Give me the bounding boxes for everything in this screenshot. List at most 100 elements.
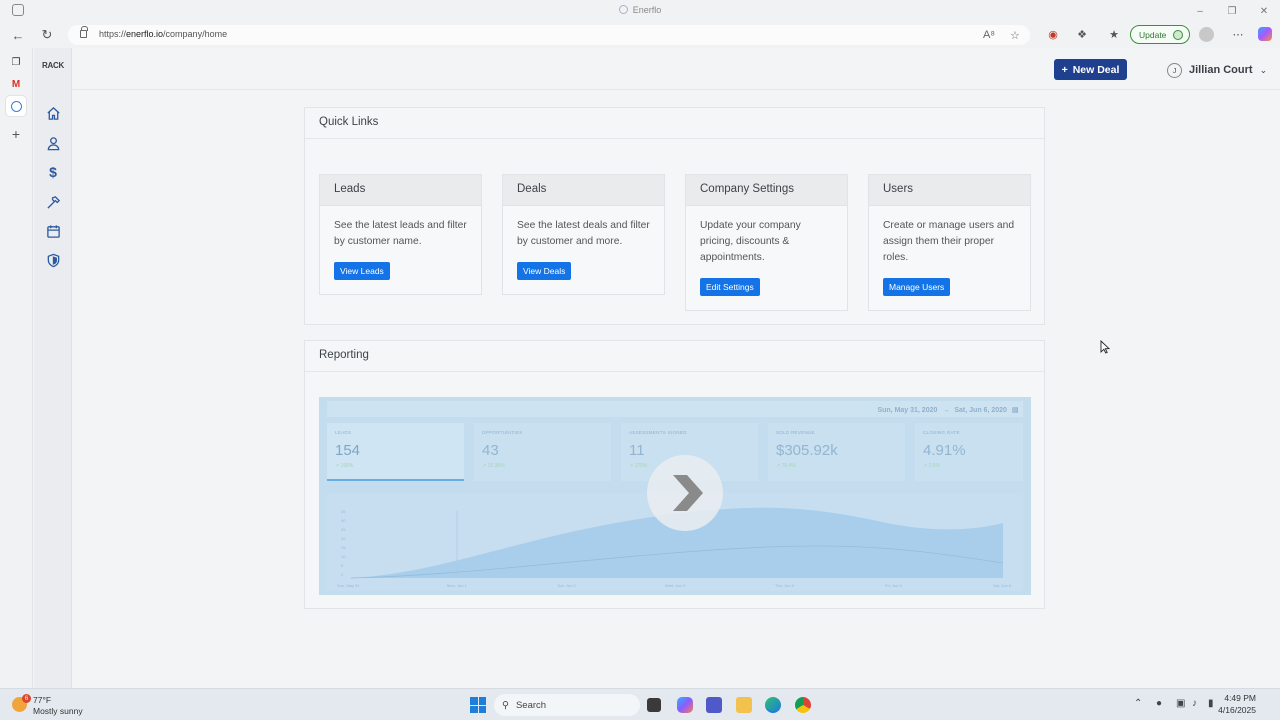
x-tick-label: Sun, May 31 — [337, 583, 360, 588]
user-icon[interactable] — [45, 135, 61, 151]
close-icon[interactable]: ✕ — [1248, 0, 1280, 22]
leads-card: Leads See the latest leads and filter by… — [319, 174, 482, 295]
user-name: Jillian Court — [1189, 64, 1253, 76]
teams-icon[interactable] — [706, 697, 722, 713]
lock-icon[interactable] — [80, 26, 88, 38]
app-sidebar: RACK $ — [34, 48, 72, 688]
url-text[interactable]: https://enerflo.io/company/home — [99, 29, 227, 39]
chevron-down-icon: ⌄ — [1259, 64, 1268, 75]
video-stat-card: LEADS 154 ↗ 195% — [327, 423, 464, 481]
task-view-icon[interactable] — [647, 698, 661, 712]
read-aloud-icon[interactable]: A⁸ — [983, 29, 995, 41]
favorite-star-icon[interactable]: ☆ — [1010, 29, 1020, 42]
y-tick-label: 5 — [341, 563, 344, 568]
card-description: See the latest leads and filter by custo… — [334, 220, 467, 247]
play-chevron-icon — [673, 475, 703, 511]
view-deals-button[interactable]: View Deals — [517, 262, 572, 280]
update-button[interactable]: Update — [1130, 25, 1190, 44]
more-menu-icon[interactable]: ⋯ — [1231, 27, 1245, 41]
taskbar-search[interactable]: ⚲ Search — [494, 694, 640, 716]
enerflo-favicon-icon — [618, 5, 628, 14]
address-bar[interactable]: https://enerflo.io/company/home A⁸ ☆ — [68, 25, 1030, 45]
search-icon: ⚲ — [502, 699, 509, 711]
view-leads-button[interactable]: View Leads — [334, 262, 390, 280]
reporting-panel: Reporting Sun, May 31, 2020 → Sat, Jun 6, … — [304, 340, 1045, 609]
plus-icon: + — [1061, 63, 1068, 76]
video-stat-card: OPPORTUNITIES 43 ↗ 15.38% — [474, 423, 611, 481]
copilot-icon[interactable] — [1258, 27, 1272, 41]
chrome-icon[interactable] — [795, 697, 811, 713]
home-icon[interactable] — [45, 105, 61, 121]
calendar-icon: ▤ — [1011, 407, 1019, 414]
x-tick-label: Mon, Jun 1 — [447, 583, 468, 588]
x-tick-label: Sat, Jun 6 — [993, 583, 1012, 588]
edit-settings-button[interactable]: Edit Settings — [700, 278, 760, 296]
start-button[interactable] — [470, 697, 486, 713]
manage-users-button[interactable]: Manage Users — [883, 278, 951, 296]
extension-icon[interactable]: ◉ — [1046, 27, 1060, 41]
x-tick-label: Thu, Jun 4 — [775, 583, 795, 588]
enerflo-tab[interactable] — [6, 96, 26, 116]
card-title: Users — [869, 175, 1030, 206]
app-header: + New Deal J Jillian Court ⌄ — [72, 48, 1280, 90]
y-tick-label: 30 — [341, 518, 346, 523]
y-tick-label: 25 — [341, 527, 346, 532]
battery-icon[interactable]: ▮ — [1208, 698, 1214, 709]
card-title: Deals — [503, 175, 664, 206]
reporting-video-thumbnail[interactable]: Sun, May 31, 2020 → Sat, Jun 6, 2020 ▤ LEAD… — [319, 397, 1031, 595]
card-title: Leads — [320, 175, 481, 206]
volume-icon[interactable]: ♪ — [1192, 698, 1197, 709]
microphone-icon[interactable]: ● — [1156, 698, 1162, 709]
enerflo-tab-icon — [10, 100, 22, 112]
back-icon[interactable]: ← — [9, 26, 27, 44]
network-icon[interactable]: ▣ — [1176, 698, 1185, 709]
new-tab-icon[interactable]: + — [8, 126, 24, 142]
card-description: Create or manage users and assign them t… — [883, 220, 1015, 263]
browser-titlebar: Enerflo – ❐ ✕ — [0, 0, 1280, 22]
copilot-app-icon[interactable] — [677, 697, 693, 713]
card-title: Company Settings — [686, 175, 847, 206]
chevron-up-icon[interactable]: ⌃ — [1134, 698, 1142, 709]
new-deal-button[interactable]: + New Deal — [1054, 59, 1127, 80]
y-tick-label: 0 — [341, 572, 344, 577]
video-toolbar: Sun, May 31, 2020 → Sat, Jun 6, 2020 ▤ — [327, 401, 1023, 417]
card-description: See the latest deals and filter by custo… — [517, 220, 650, 247]
window-title: Enerflo — [0, 5, 1280, 15]
video-stat-card: CLOSING RATE 4.91% ↗ 3.6% — [915, 423, 1023, 481]
mouse-cursor-icon — [1100, 340, 1110, 354]
play-button[interactable] — [647, 455, 723, 531]
refresh-icon[interactable]: ↻ — [38, 26, 56, 44]
weather-badge: 6 — [22, 694, 31, 703]
weather-temperature: 77°F — [33, 695, 52, 705]
x-tick-label: Wed, Jun 3 — [665, 583, 686, 588]
users-card: Users Create or manage users and assign … — [868, 174, 1031, 311]
favorites-icon[interactable]: ★ — [1107, 27, 1121, 41]
file-explorer-icon[interactable] — [736, 697, 752, 713]
tab-actions-icon[interactable]: ❐ — [8, 54, 24, 70]
video-stat-card: SOLD REVENUE $305.92k ↗ 78.4% — [768, 423, 905, 481]
reporting-title: Reporting — [305, 341, 1044, 372]
system-clock[interactable]: 4:49 PM 4/16/2025 — [1218, 692, 1256, 716]
hammer-icon[interactable] — [45, 194, 61, 210]
vertical-tab-strip: ❐ M + — [0, 48, 33, 688]
edge-icon[interactable] — [765, 697, 781, 713]
update-icon — [1173, 30, 1183, 40]
restore-icon[interactable]: ❐ — [1216, 0, 1248, 22]
windows-taskbar: 6 77°F Mostly sunny ⚲ Search ⌃ ● ▣ ♪ ▮ 4… — [0, 688, 1280, 720]
user-menu[interactable]: J Jillian Court ⌄ — [1167, 61, 1267, 79]
weather-condition: Mostly sunny — [33, 706, 83, 716]
company-settings-card: Company Settings Update your company pri… — [685, 174, 848, 311]
x-tick-label: Fri, Jun 5 — [885, 583, 902, 588]
profile-avatar-icon[interactable] — [1199, 27, 1214, 42]
gmail-tab-icon[interactable]: M — [8, 76, 24, 92]
card-description: Update your company pricing, discounts &… — [700, 220, 801, 263]
minimize-icon[interactable]: – — [1184, 0, 1216, 22]
shield-icon[interactable] — [45, 252, 61, 268]
video-date-range: Sun, May 31, 2020 → Sat, Jun 6, 2020 ▤ — [877, 406, 1019, 415]
extensions-puzzle-icon[interactable]: ❖ — [1075, 27, 1089, 41]
calendar-icon[interactable] — [45, 223, 61, 239]
company-logo[interactable]: RACK — [37, 62, 69, 74]
deals-card: Deals See the latest deals and filter by… — [502, 174, 665, 295]
x-tick-label: Tue, Jun 2 — [557, 583, 577, 588]
dollar-icon[interactable]: $ — [45, 164, 61, 180]
